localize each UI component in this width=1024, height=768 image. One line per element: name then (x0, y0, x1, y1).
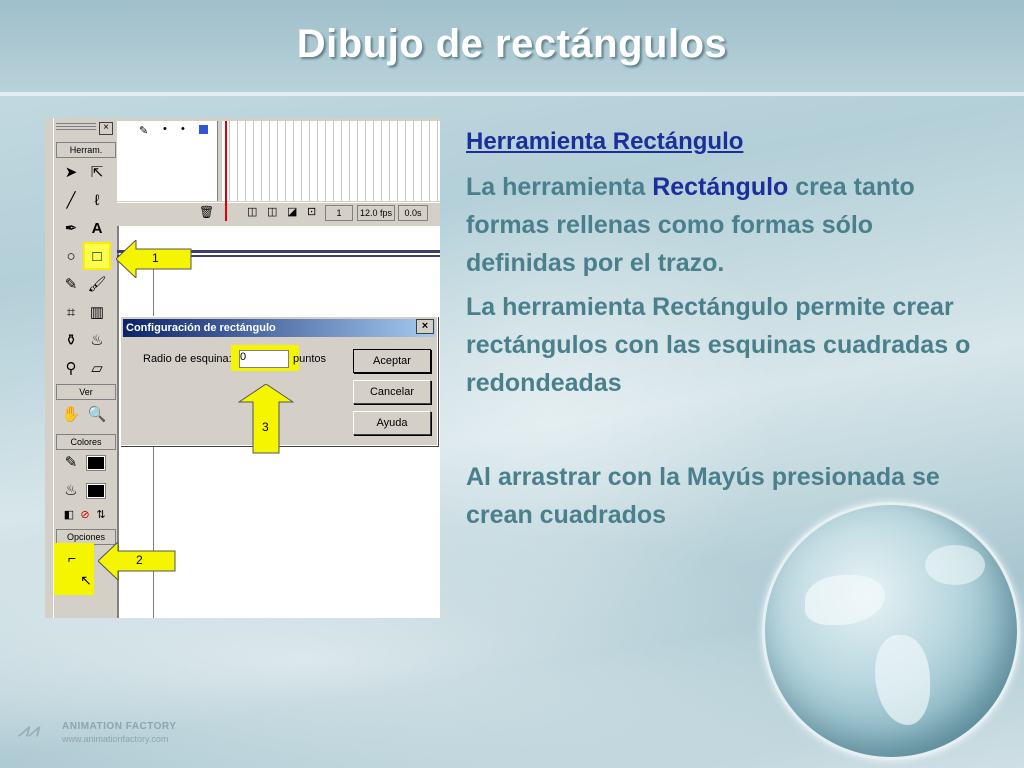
text-tool-icon[interactable]: A (85, 216, 109, 240)
outline-square-icon[interactable] (199, 125, 208, 134)
toolbox-header-tools: Herram. (56, 142, 116, 158)
layer-list[interactable]: ✎ • • (117, 121, 218, 201)
paint-bucket-tool-icon[interactable]: ♨ (85, 328, 109, 352)
corner-radius-input[interactable]: 0 (239, 350, 289, 368)
modify-markers-icon[interactable]: ⊡ (307, 205, 316, 218)
animation-factory-logo: ⩘⩘ ANIMATION FACTORY www.animationfactor… (18, 718, 198, 748)
toolbox-header-colors: Colores (56, 434, 116, 450)
lock-dot-icon[interactable]: • (181, 123, 185, 135)
help-button[interactable]: Ayuda (353, 411, 431, 435)
pencil-icon: ✎ (139, 125, 149, 137)
globe-image (762, 502, 1020, 760)
stroke-color-swatch[interactable] (86, 455, 106, 471)
arrow-tool-icon[interactable]: ➤ (59, 160, 83, 184)
toolbox-grip[interactable] (56, 123, 96, 132)
callout-3: 3 (238, 384, 294, 454)
stroke-color-icon: ✎ (64, 454, 78, 471)
corner-radius-label: Radio de esquina: (143, 353, 232, 365)
fill-color-swatch[interactable] (86, 483, 106, 499)
dialog-title: Configuración de rectángulo (123, 319, 435, 337)
hand-tool-icon[interactable]: ✋ (59, 402, 83, 426)
dialog-close-button[interactable]: × (416, 319, 434, 334)
playhead[interactable] (225, 121, 227, 221)
section-heading[interactable]: Herramienta Rectángulo (466, 128, 743, 156)
zoom-tool-icon[interactable]: 🔍 (85, 402, 109, 426)
globe-landmass (925, 545, 985, 585)
logo-url: www.animationfactory.com (62, 734, 169, 744)
callout-1: 1 (116, 240, 192, 278)
globe-landmass (805, 575, 885, 625)
callout-3-label: 3 (262, 420, 269, 434)
free-transform-tool-icon[interactable]: ⌗ (59, 300, 83, 324)
current-frame-field: 1 (325, 205, 353, 221)
paragraph-1-keyword: Rectángulo (652, 173, 789, 201)
lasso-tool-icon[interactable]: ℓ (85, 188, 109, 212)
callout-2-label: 2 (136, 553, 143, 567)
onion-skin-icon[interactable]: ◫ (247, 205, 257, 218)
line-tool-icon[interactable]: ╱ (59, 188, 83, 212)
pencil-tool-icon[interactable]: ✎ (59, 272, 83, 296)
oval-tool-icon[interactable]: ○ (59, 244, 83, 268)
timeline-status-bar: 🗑 ◫ ◫ ◪ ⊡ 1 12.0 fps 0.0s (117, 202, 440, 223)
eyedropper-tool-icon[interactable]: ⚲ (59, 356, 83, 380)
onion-outline-icon[interactable]: ◫ (267, 205, 277, 218)
mouse-cursor-icon: ↖ (80, 571, 92, 588)
timeline-panel: ✎ • • 🗑 ◫ ◫ ◪ ⊡ 1 12.0 fps 0.0s (117, 118, 440, 226)
eraser-tool-icon[interactable]: ▱ (85, 356, 109, 380)
callout-3-arrow-icon (238, 384, 294, 454)
pen-tool-icon[interactable]: ✒ (59, 216, 83, 240)
fill-color-icon: ♨ (64, 482, 78, 499)
subselect-tool-icon[interactable]: ⇱ (85, 160, 109, 184)
elapsed-time-field: 0.0s (398, 205, 428, 221)
paragraph-1-start: La herramienta (466, 173, 653, 201)
toolbox-header-view: Ver (56, 384, 116, 400)
frame-rate-field: 12.0 fps (357, 205, 395, 221)
globe-landmass (875, 635, 930, 725)
swap-colors-icon[interactable]: ⇅ (89, 502, 113, 526)
callout-2: 2 (98, 542, 176, 580)
fill-transform-tool-icon[interactable]: ▥ (85, 300, 109, 324)
frame-grid[interactable] (221, 121, 440, 201)
logo-mark-icon: ⩘⩘ (18, 720, 39, 740)
ink-bottle-tool-icon[interactable]: ⚱ (59, 328, 83, 352)
slide-title: Dibujo de rectángulos (296, 22, 728, 66)
paragraph-1: La herramienta Rectángulo crea tanto for… (466, 168, 986, 282)
eye-dot-icon[interactable]: • (163, 123, 167, 135)
edit-multiple-icon[interactable]: ◪ (287, 205, 297, 218)
brush-tool-icon[interactable]: 🖌 (85, 272, 109, 296)
paragraph-2: La herramienta Rectángulo permite crear … (466, 293, 971, 397)
title-divider (0, 92, 1024, 96)
trash-icon[interactable]: 🗑 (199, 205, 214, 219)
callout-1-label: 1 (152, 251, 159, 265)
units-label: puntos (293, 353, 327, 365)
accept-button[interactable]: Aceptar (353, 349, 431, 373)
round-rectangle-radius-icon[interactable]: ⌐ (60, 546, 84, 570)
toolbox-close-button[interactable]: × (99, 122, 113, 135)
rectangle-tool-icon[interactable]: □ (83, 242, 111, 270)
logo-name: ANIMATION FACTORY (62, 721, 177, 732)
cancel-button[interactable]: Cancelar (353, 380, 431, 404)
